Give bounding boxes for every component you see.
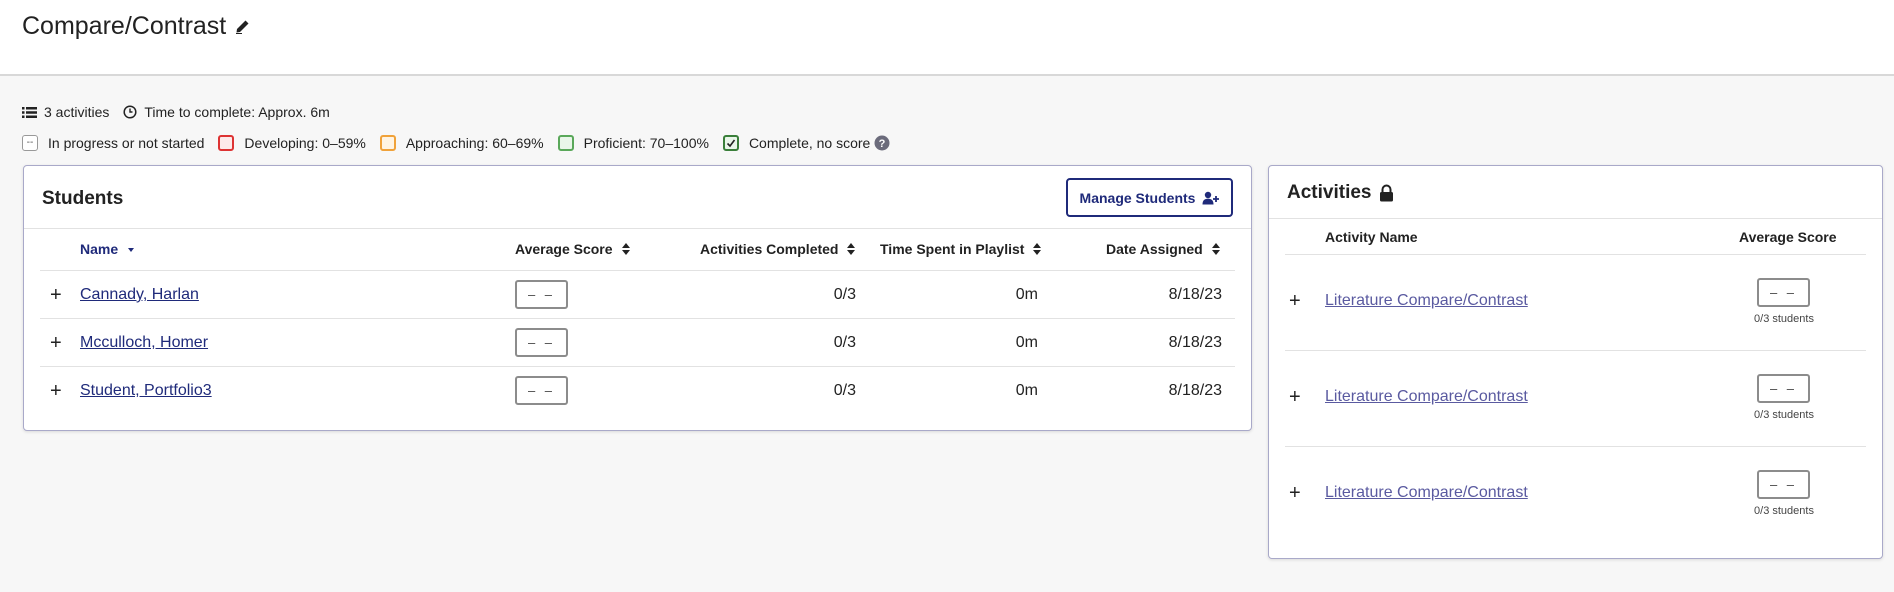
activities-completed-value: 0/3 [833, 334, 856, 351]
column-header-name[interactable]: Name [80, 241, 136, 257]
student-name-link[interactable]: Mcculloch, Homer [80, 334, 208, 352]
row-divider [1285, 350, 1866, 351]
help-icon[interactable]: ? [874, 135, 890, 151]
activities-title-text: Activities [1287, 182, 1372, 203]
row-divider [40, 318, 1235, 319]
sort-descending-icon [126, 244, 136, 254]
activities-panel: Activities Activity Name Average Score +… [1268, 165, 1883, 559]
time-spent-value: 0m [1015, 382, 1038, 399]
legend-approaching-label: Approaching: 60–69% [405, 135, 544, 151]
column-header-activity-name: Activity Name [1325, 229, 1418, 245]
legend-proficient-swatch [557, 135, 574, 151]
manage-students-label: Manage Students [1079, 189, 1196, 206]
student-name-link[interactable]: Student, Portfolio3 [80, 382, 212, 400]
expand-row-button[interactable]: + [1289, 387, 1301, 407]
time-to-complete: Time to complete: Approx. 6m [144, 104, 330, 120]
column-header-time-spent[interactable]: Time Spent in Playlist [880, 241, 1042, 257]
expand-row-button[interactable]: + [1289, 483, 1301, 503]
expand-row-button[interactable]: + [50, 285, 62, 305]
average-score-badge: – – [1757, 470, 1810, 499]
column-header-activities-completed-label: Activities Completed [700, 241, 839, 257]
activity-name-link[interactable]: Literature Compare/Contrast [1325, 292, 1528, 310]
legend-proficient-label: Proficient: 70–100% [583, 135, 709, 151]
student-name-link[interactable]: Cannady, Harlan [80, 286, 199, 304]
legend-proficient: Proficient: 70–100% [557, 135, 709, 151]
students-title: Students [42, 188, 124, 209]
manage-students-button[interactable]: Manage Students [1066, 178, 1233, 217]
column-header-date-assigned[interactable]: Date Assigned [1106, 241, 1221, 257]
sort-icon [1032, 242, 1042, 256]
average-score-badge: – – [1757, 374, 1810, 403]
playlist-meta: 3 activities Time to complete: Approx. 6… [22, 104, 330, 120]
svg-text:?: ? [879, 138, 886, 150]
students-table-header-divider [40, 270, 1235, 271]
legend-developing-label: Developing: 0–59% [244, 135, 366, 151]
activities-completed-value: 0/3 [833, 382, 856, 399]
students-completed-count: 0/3 students [1754, 505, 1814, 517]
sort-icon [1211, 242, 1221, 256]
date-assigned-value: 8/18/23 [1168, 286, 1222, 303]
column-header-name-label: Name [80, 241, 119, 257]
average-score-badge: – – [515, 376, 568, 405]
activity-name-link[interactable]: Literature Compare/Contrast [1325, 388, 1528, 406]
legend-developing-swatch [218, 135, 235, 151]
activities-header-divider [1269, 218, 1882, 219]
pencil-icon[interactable] [234, 19, 250, 35]
clock-icon [123, 105, 137, 119]
legend-in-progress: -- In progress or not started [22, 135, 204, 151]
legend-developing: Developing: 0–59% [218, 135, 366, 151]
column-header-date-assigned-label: Date Assigned [1106, 241, 1203, 257]
legend-in-progress-swatch: -- [22, 135, 38, 151]
activities-title: Activities [1287, 182, 1394, 204]
page-title: Compare/Contrast [22, 12, 250, 41]
activities-completed-value: 0/3 [833, 286, 856, 303]
sort-icon [846, 242, 856, 256]
column-header-average-score-label: Average Score [515, 241, 613, 257]
check-icon [722, 135, 739, 151]
students-header-divider [24, 228, 1251, 229]
legend-complete: Complete, no score ? [722, 135, 890, 151]
date-assigned-value: 8/18/23 [1168, 382, 1222, 399]
average-score-badge: – – [515, 328, 568, 357]
expand-row-button[interactable]: + [50, 333, 62, 353]
sort-icon [621, 242, 631, 256]
column-header-activities-completed[interactable]: Activities Completed [700, 241, 856, 257]
legend-complete-label: Complete, no score [748, 135, 871, 151]
score-legend: -- In progress or not started Developing… [22, 135, 904, 151]
time-spent-value: 0m [1015, 286, 1038, 303]
activities-table-header-divider [1285, 254, 1866, 255]
legend-in-progress-label: In progress or not started [48, 135, 205, 151]
row-divider [1285, 446, 1866, 447]
expand-row-button[interactable]: + [50, 381, 62, 401]
students-completed-count: 0/3 students [1754, 409, 1814, 421]
students-completed-count: 0/3 students [1754, 313, 1814, 325]
expand-row-button[interactable]: + [1289, 291, 1301, 311]
column-header-activity-average-score: Average Score [1739, 229, 1837, 245]
add-user-icon [1202, 191, 1220, 205]
activity-name-link[interactable]: Literature Compare/Contrast [1325, 484, 1528, 502]
students-panel: Students Manage Students Name Average Sc… [23, 165, 1252, 431]
legend-approaching-swatch [379, 135, 396, 151]
date-assigned-value: 8/18/23 [1168, 334, 1222, 351]
lock-icon [1379, 184, 1394, 202]
legend-approaching: Approaching: 60–69% [379, 135, 544, 151]
column-header-time-spent-label: Time Spent in Playlist [880, 241, 1025, 257]
time-spent-value: 0m [1015, 334, 1038, 351]
average-score-badge: – – [1757, 278, 1810, 307]
average-score-badge: – – [515, 280, 568, 309]
page-title-text: Compare/Contrast [22, 12, 227, 40]
row-divider [40, 366, 1235, 367]
activities-count: 3 activities [44, 104, 110, 120]
column-header-average-score[interactable]: Average Score [515, 241, 631, 257]
page-header: Compare/Contrast [0, 0, 1894, 76]
list-icon [22, 106, 37, 119]
